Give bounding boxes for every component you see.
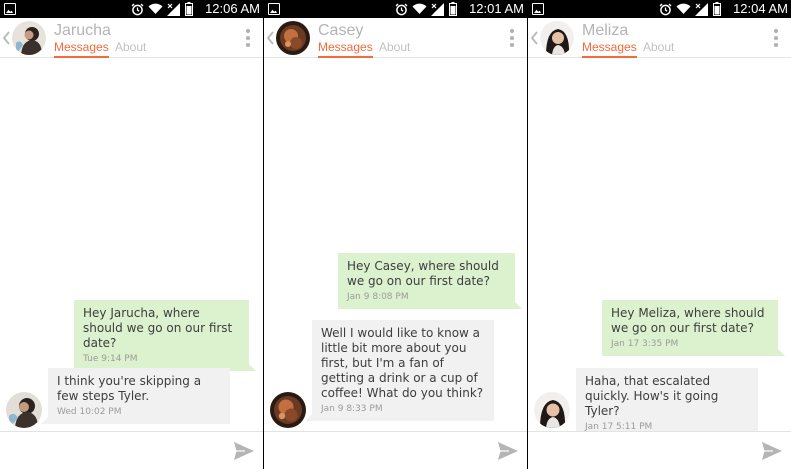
- status-time: 12:04 AM: [733, 1, 788, 16]
- send-icon[interactable]: [761, 441, 783, 461]
- status-bar: 12:06 AM: [0, 0, 263, 18]
- alarm-icon: [659, 3, 672, 15]
- tab-about[interactable]: About: [115, 40, 146, 54]
- gallery-icon: [268, 3, 280, 15]
- incoming-message: I think you're skipping a few steps Tyle…: [41, 368, 230, 424]
- contact-avatar[interactable]: [12, 21, 46, 55]
- app-bar: Casey Messages About: [264, 18, 527, 58]
- signal-icon: [431, 2, 444, 16]
- outgoing-message: Hey Jarucha, where should we go on our f…: [74, 300, 256, 371]
- back-chevron-icon[interactable]: [266, 31, 276, 45]
- battery-icon: [449, 2, 457, 16]
- compose-bar: [264, 431, 527, 469]
- message-text: Haha, that escalated quickly. How's it g…: [585, 374, 719, 418]
- message-thread: Hey Jarucha, where should we go on our f…: [0, 58, 263, 430]
- tab-messages[interactable]: Messages: [54, 40, 109, 58]
- compose-bar: [528, 431, 791, 469]
- contact-name: Casey: [318, 22, 364, 39]
- back-chevron-icon[interactable]: [530, 31, 540, 45]
- send-icon[interactable]: [497, 441, 519, 461]
- contact-name: Meliza: [582, 22, 629, 39]
- outgoing-message: Hey Meliza, where should we go on our fi…: [602, 300, 785, 356]
- message-text: Well I would like to know a little bit m…: [321, 326, 484, 400]
- message-input[interactable]: [6, 437, 218, 465]
- message-text: Hey Meliza, where should we go on our fi…: [611, 306, 765, 335]
- message-input[interactable]: [534, 437, 746, 465]
- message-thread: Hey Meliza, where should we go on our fi…: [528, 58, 791, 439]
- tab-messages[interactable]: Messages: [582, 40, 637, 58]
- contact-avatar[interactable]: [540, 21, 574, 55]
- tab-about[interactable]: About: [643, 40, 674, 54]
- status-icons: [131, 2, 193, 16]
- sender-avatar: [534, 392, 570, 428]
- overflow-menu-icon[interactable]: [774, 29, 778, 47]
- app-bar: Jarucha Messages About: [0, 18, 263, 58]
- incoming-message: Haha, that escalated quickly. How's it g…: [569, 368, 758, 439]
- status-time: 12:01 AM: [469, 1, 524, 16]
- chat-screen-jarucha: 12:06 AM Jarucha Messages About Hey Jaru…: [0, 0, 263, 469]
- message-input[interactable]: [270, 437, 482, 465]
- battery-icon: [713, 2, 721, 16]
- status-bar: 12:04 AM: [528, 0, 791, 18]
- send-icon[interactable]: [233, 441, 255, 461]
- tab-messages[interactable]: Messages: [318, 40, 373, 58]
- message-text: Hey Casey, where should we go on our fir…: [347, 259, 499, 288]
- gallery-icon: [532, 3, 544, 15]
- outgoing-message: Hey Casey, where should we go on our fir…: [338, 253, 522, 309]
- status-icons: [395, 2, 457, 16]
- wifi-icon: [412, 3, 427, 15]
- message-timestamp: Jan 9 8:33 PM: [321, 404, 383, 414]
- back-chevron-icon[interactable]: [2, 31, 12, 45]
- chat-screen-casey: 12:01 AM Casey Messages About Hey Casey,…: [264, 0, 527, 469]
- message-timestamp: Jan 9 8:08 PM: [347, 292, 409, 302]
- overflow-menu-icon[interactable]: [246, 29, 250, 47]
- sender-avatar: [6, 392, 42, 428]
- wifi-icon: [676, 3, 691, 15]
- sender-avatar: [270, 392, 306, 428]
- contact-name: Jarucha: [54, 22, 111, 39]
- gallery-icon: [4, 3, 16, 15]
- contact-avatar[interactable]: [276, 21, 310, 55]
- status-time: 12:06 AM: [205, 1, 260, 16]
- compose-bar: [0, 431, 263, 469]
- message-text: I think you're skipping a few steps Tyle…: [57, 374, 202, 403]
- tab-about[interactable]: About: [379, 40, 410, 54]
- alarm-icon: [395, 3, 408, 15]
- signal-icon: [695, 2, 708, 16]
- message-thread: Hey Casey, where should we go on our fir…: [264, 58, 527, 430]
- message-timestamp: Jan 17 3:35 PM: [611, 339, 679, 349]
- status-icons: [659, 2, 721, 16]
- wifi-icon: [148, 3, 163, 15]
- message-text: Hey Jarucha, where should we go on our f…: [83, 306, 233, 350]
- status-bar: 12:01 AM: [264, 0, 527, 18]
- alarm-icon: [131, 3, 144, 15]
- chat-screen-meliza: 12:04 AM Meliza Messages About Hey Meliz…: [528, 0, 791, 469]
- battery-icon: [185, 2, 193, 16]
- incoming-message: Well I would like to know a little bit m…: [305, 320, 494, 421]
- app-bar: Meliza Messages About: [528, 18, 791, 58]
- overflow-menu-icon[interactable]: [510, 29, 514, 47]
- signal-icon: [167, 2, 180, 16]
- message-timestamp: Tue 9:14 PM: [83, 354, 138, 364]
- message-timestamp: Wed 10:02 PM: [57, 407, 122, 417]
